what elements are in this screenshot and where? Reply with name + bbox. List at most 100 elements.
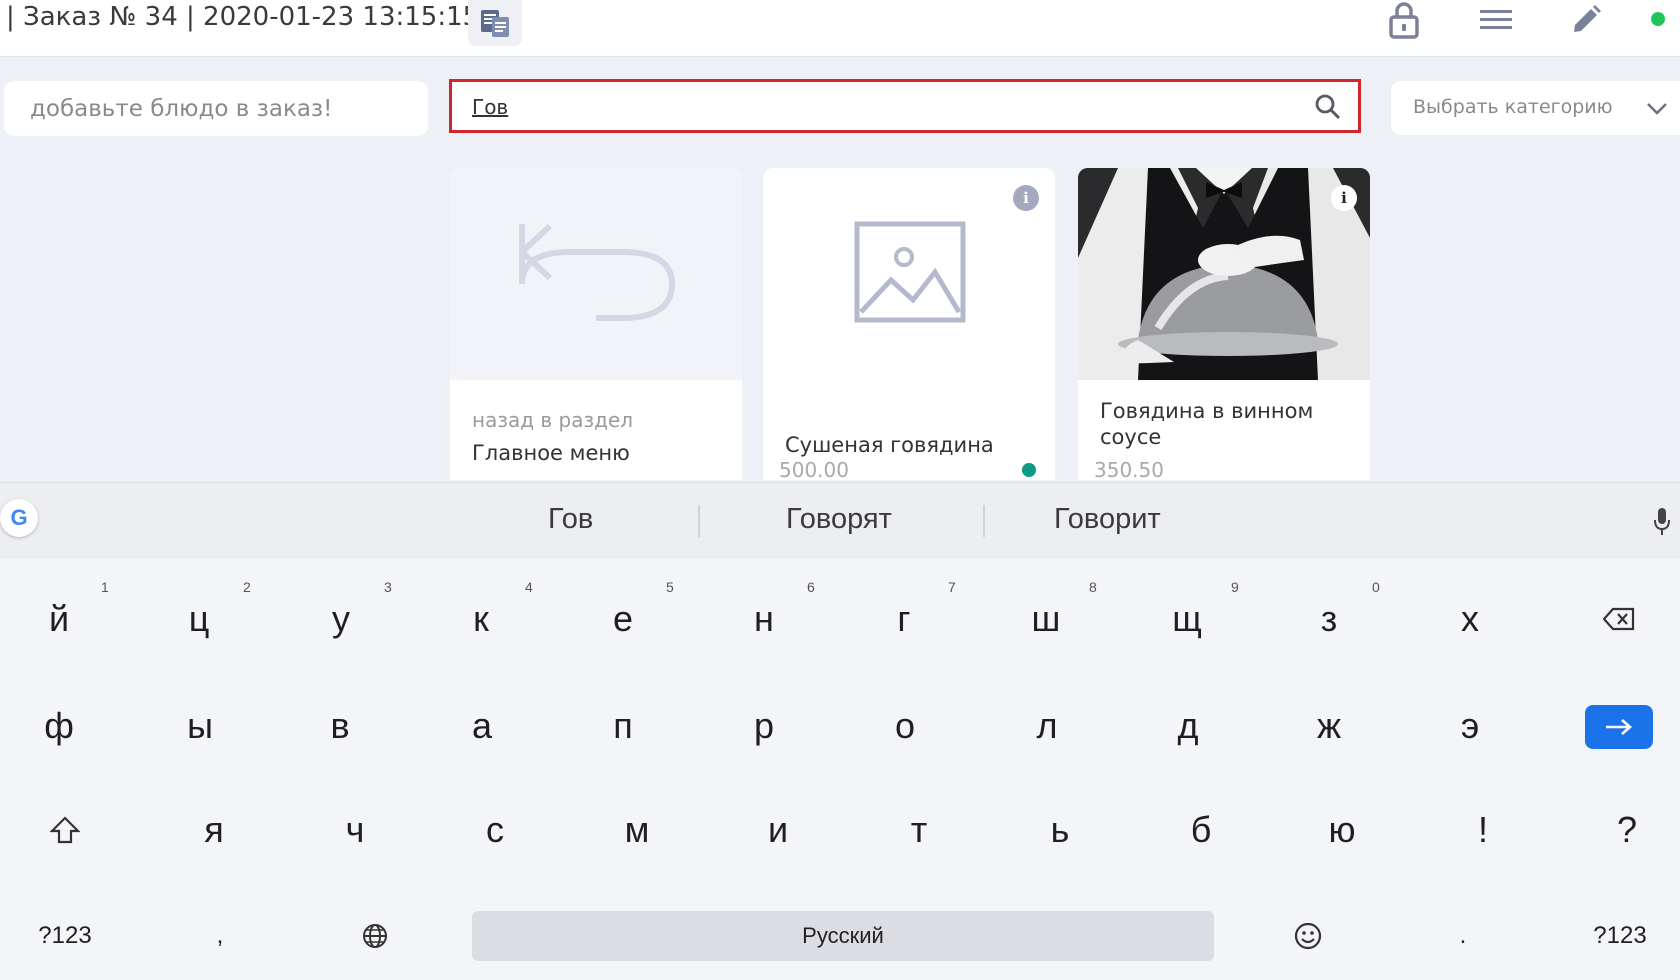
key[interactable]: ч [320, 795, 390, 865]
key[interactable]: ь [1025, 795, 1095, 865]
key-hint: 7 [948, 579, 956, 595]
back-to-section-card[interactable]: назад в раздел Главное меню [450, 168, 742, 480]
language-key[interactable] [340, 901, 410, 971]
key[interactable]: ы [165, 691, 235, 761]
key[interactable]: ? [1592, 795, 1662, 865]
key[interactable]: ж [1294, 691, 1364, 761]
dish-price: 500.00 [779, 458, 849, 480]
lock-icon [1389, 2, 1419, 39]
hamburger-icon [1480, 10, 1512, 29]
key[interactable]: е [588, 584, 658, 654]
order-title: | Заказ № 34 | 2020-01-23 13:15:15 [6, 2, 480, 32]
key-hint: 8 [1089, 579, 1097, 595]
availability-dot [1022, 463, 1036, 477]
key[interactable]: п [588, 691, 658, 761]
key[interactable]: т [884, 795, 954, 865]
key[interactable]: х [1435, 584, 1505, 654]
key-hint: 3 [384, 579, 392, 595]
info-icon[interactable]: i [1331, 185, 1357, 211]
key[interactable]: к [446, 584, 516, 654]
space-key[interactable]: Русский [472, 911, 1214, 961]
search-input[interactable] [472, 92, 1292, 122]
top-bar: | Заказ № 34 | 2020-01-23 13:15:15 [0, 0, 1680, 57]
back-card-image-area [450, 168, 742, 380]
globe-icon [363, 924, 387, 948]
key[interactable]: щ [1152, 584, 1222, 654]
dish-name: Сушеная говядина [785, 433, 994, 457]
translate-document-button[interactable] [468, 0, 522, 46]
symbols-key[interactable]: ?123 [1585, 901, 1655, 971]
dish-name: Говядина в винном соусе [1100, 399, 1314, 449]
key[interactable]: з [1294, 584, 1364, 654]
key[interactable]: с [460, 795, 530, 865]
suggestion-bar: G Гов Говорят Говорит [0, 483, 1680, 559]
image-placeholder-icon [854, 221, 966, 323]
key[interactable]: и [743, 795, 813, 865]
key[interactable]: г [869, 584, 939, 654]
key[interactable]: д [1153, 691, 1223, 761]
dish-photo [1078, 168, 1370, 380]
backspace-icon [1603, 607, 1635, 631]
search-icon[interactable] [1314, 93, 1342, 121]
period-key[interactable]: . [1428, 901, 1498, 971]
menu-button[interactable] [1476, 0, 1516, 40]
enter-key[interactable] [1585, 705, 1653, 749]
order-hint-box: добавьте блюдо в заказ! [4, 81, 428, 136]
emoji-key[interactable] [1273, 901, 1343, 971]
key[interactable]: л [1012, 691, 1082, 761]
google-logo-icon[interactable]: G [0, 499, 38, 537]
key[interactable]: ш [1011, 584, 1081, 654]
waiter-cloche-photo [1078, 168, 1370, 380]
back-card-subtitle: назад в раздел [472, 408, 634, 432]
dish-image-placeholder [763, 168, 1055, 380]
edit-button[interactable] [1566, 0, 1606, 40]
dish-price: 350.50 [1094, 458, 1164, 480]
key[interactable]: а [447, 691, 517, 761]
suggestion-divider [983, 505, 985, 537]
key[interactable]: н [729, 584, 799, 654]
chevron-down-icon [1647, 103, 1667, 115]
comma-key[interactable]: , [185, 901, 255, 971]
key[interactable]: ц [164, 584, 234, 654]
suggestion-divider [698, 505, 700, 537]
key[interactable]: р [729, 691, 799, 761]
key-hint: 0 [1372, 579, 1380, 595]
document-icon [481, 10, 509, 37]
key[interactable]: ! [1448, 795, 1518, 865]
dish-card[interactable]: i Говядина в винном соусе 350.50 [1078, 168, 1370, 480]
suggestion-item[interactable]: Говорят [786, 503, 892, 536]
key[interactable]: ю [1307, 795, 1377, 865]
key[interactable]: ф [24, 691, 94, 761]
key-hint: 6 [807, 579, 815, 595]
category-select-label: Выбрать категорию [1413, 96, 1613, 118]
key[interactable]: э [1435, 691, 1505, 761]
order-hint-text: добавьте блюдо в заказ! [30, 96, 333, 122]
dish-card[interactable]: i Сушеная говядина 500.00 [763, 168, 1055, 480]
key[interactable]: й [24, 584, 94, 654]
key-hint: 4 [525, 579, 533, 595]
key-hint: 1 [101, 579, 109, 595]
suggestion-item[interactable]: Гов [548, 503, 593, 536]
key[interactable]: я [179, 795, 249, 865]
category-select[interactable]: Выбрать категорию [1391, 81, 1680, 135]
key[interactable]: у [306, 584, 376, 654]
back-card-title: Главное меню [472, 441, 630, 465]
info-icon[interactable]: i [1013, 185, 1039, 211]
backspace-key[interactable] [1584, 584, 1654, 654]
search-field[interactable] [449, 79, 1361, 133]
shift-icon [50, 816, 80, 844]
onscreen-keyboard: G Гов Говорят Говорит й 1 ц 2 у 3 к 4 е … [0, 482, 1680, 980]
key-hint: 9 [1231, 579, 1239, 595]
key[interactable]: м [602, 795, 672, 865]
key[interactable]: в [305, 691, 375, 761]
key[interactable]: б [1166, 795, 1236, 865]
key[interactable]: о [870, 691, 940, 761]
microphone-icon[interactable] [1653, 507, 1671, 537]
suggestion-item[interactable]: Говорит [1054, 503, 1161, 536]
pencil-icon [1574, 5, 1601, 32]
key-hint: 2 [243, 579, 251, 595]
lock-button[interactable] [1384, 0, 1424, 40]
symbols-key[interactable]: ?123 [30, 901, 100, 971]
shift-key[interactable] [30, 795, 100, 865]
online-status-dot [1651, 12, 1665, 26]
